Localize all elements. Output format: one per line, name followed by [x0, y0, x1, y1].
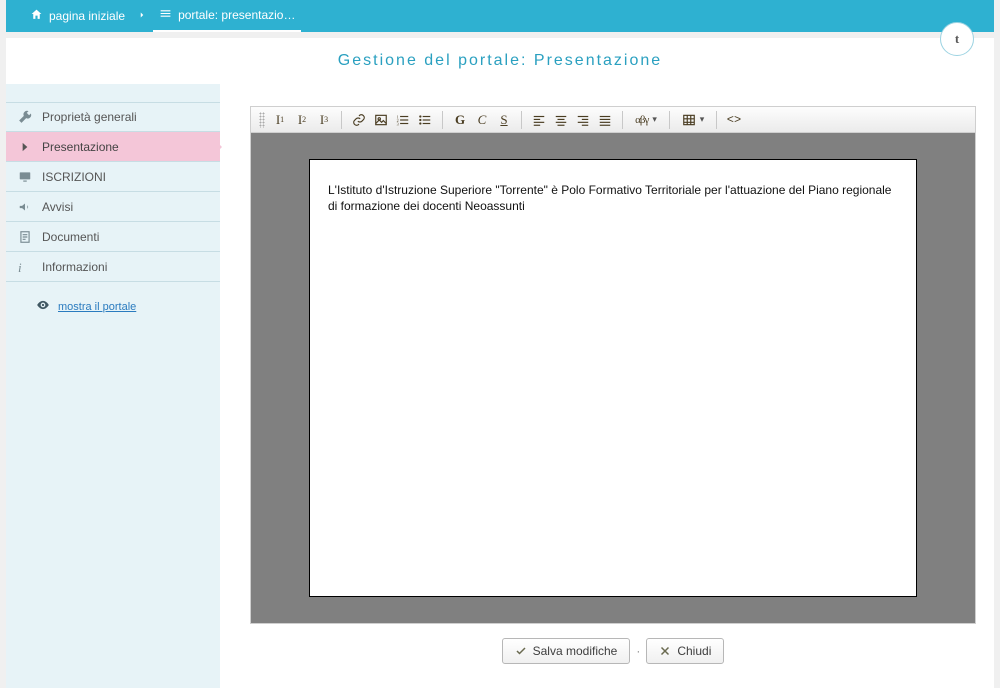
footer-actions: Salva modifiche · Chiudi	[250, 624, 976, 664]
sidebar-item-informazioni[interactable]: i Informazioni	[6, 252, 220, 282]
main-panel: I1 I2 I3 123 G C S	[224, 84, 994, 688]
chevron-down-icon: ▾	[652, 114, 657, 125]
underline-button[interactable]: S	[493, 110, 515, 130]
show-portal-label: mostra il portale	[58, 301, 136, 313]
align-right-button[interactable]	[572, 110, 594, 130]
svg-text:3: 3	[397, 121, 399, 126]
editor-content: L'Istituto d'Istruzione Superiore "Torre…	[328, 183, 891, 213]
sidebar-item-iscrizioni[interactable]: ISCRIZIONI	[6, 162, 220, 192]
source-code-button[interactable]: <>	[723, 110, 745, 130]
info-icon: i	[18, 260, 32, 274]
avatar-initial: t	[955, 31, 959, 47]
heading3-button[interactable]: I3	[313, 110, 335, 130]
toolbar-separator	[716, 111, 717, 129]
sidebar-item-label: Presentazione	[42, 140, 119, 154]
chevron-right-icon	[137, 9, 147, 23]
unordered-list-button[interactable]	[414, 110, 436, 130]
toolbar-separator	[622, 111, 623, 129]
heading2-button[interactable]: I2	[291, 110, 313, 130]
toolbar-separator	[521, 111, 522, 129]
ordered-list-button[interactable]: 123	[392, 110, 414, 130]
sidebar-item-proprieta[interactable]: Proprietà generali	[6, 102, 220, 132]
sidebar: Proprietà generali Presentazione ISCRIZI…	[6, 84, 224, 688]
page-title: Gestione del portale: Presentazione	[6, 38, 994, 84]
save-button-label: Salva modifiche	[533, 644, 618, 658]
editor-canvas: L'Istituto d'Istruzione Superiore "Torre…	[251, 133, 975, 623]
align-justify-button[interactable]	[594, 110, 616, 130]
link-button[interactable]	[348, 110, 370, 130]
rich-text-editor: I1 I2 I3 123 G C S	[250, 106, 976, 624]
heading1-button[interactable]: I1	[269, 110, 291, 130]
sidebar-item-label: ISCRIZIONI	[42, 170, 106, 184]
sidebar-item-label: Proprietà generali	[42, 110, 137, 124]
announcement-icon	[18, 200, 32, 214]
breadcrumb-home-label: pagina iniziale	[49, 9, 125, 23]
eye-icon	[36, 298, 50, 315]
close-button-label: Chiudi	[677, 644, 711, 658]
sidebar-item-avvisi[interactable]: Avvisi	[6, 192, 220, 222]
wrench-icon	[18, 110, 32, 124]
toolbar-separator	[341, 111, 342, 129]
sidebar-item-documenti[interactable]: Documenti	[6, 222, 220, 252]
caret-right-icon	[18, 140, 32, 154]
separator-dot: ·	[636, 644, 640, 658]
home-icon	[30, 8, 43, 24]
close-icon	[659, 645, 671, 657]
table-button[interactable]: ▾	[676, 110, 710, 130]
sidebar-item-label: Avvisi	[42, 200, 73, 214]
bold-button[interactable]: G	[449, 110, 471, 130]
toolbar-separator	[669, 111, 670, 129]
toolbar-separator	[442, 111, 443, 129]
align-center-button[interactable]	[550, 110, 572, 130]
sidebar-item-label: Informazioni	[42, 260, 107, 274]
italic-button[interactable]: C	[471, 110, 493, 130]
save-button[interactable]: Salva modifiche	[502, 638, 631, 664]
monitor-icon	[18, 170, 32, 184]
avatar[interactable]: t	[940, 22, 974, 56]
menu-icon	[159, 7, 172, 23]
editor-page[interactable]: L'Istituto d'Istruzione Superiore "Torre…	[309, 159, 917, 597]
breadcrumb-home[interactable]: pagina iniziale	[24, 0, 131, 32]
show-portal-link[interactable]: mostra il portale	[6, 282, 220, 315]
document-icon	[18, 230, 32, 244]
check-icon	[515, 645, 527, 657]
breadcrumb-current[interactable]: portale: presentazio…	[153, 0, 301, 32]
editor-toolbar: I1 I2 I3 123 G C S	[251, 107, 975, 133]
chevron-down-icon: ▾	[700, 114, 705, 125]
toolbar-handle-icon	[259, 112, 265, 128]
breadcrumb-current-label: portale: presentazio…	[178, 8, 295, 22]
sidebar-item-presentazione[interactable]: Presentazione	[6, 132, 220, 162]
workspace: Proprietà generali Presentazione ISCRIZI…	[6, 84, 994, 688]
breadcrumb-bar: pagina iniziale portale: presentazio… t	[6, 0, 994, 32]
special-chars-button[interactable]: αβγ▾	[629, 110, 663, 130]
sidebar-item-label: Documenti	[42, 230, 99, 244]
close-button[interactable]: Chiudi	[646, 638, 724, 664]
image-button[interactable]	[370, 110, 392, 130]
align-left-button[interactable]	[528, 110, 550, 130]
